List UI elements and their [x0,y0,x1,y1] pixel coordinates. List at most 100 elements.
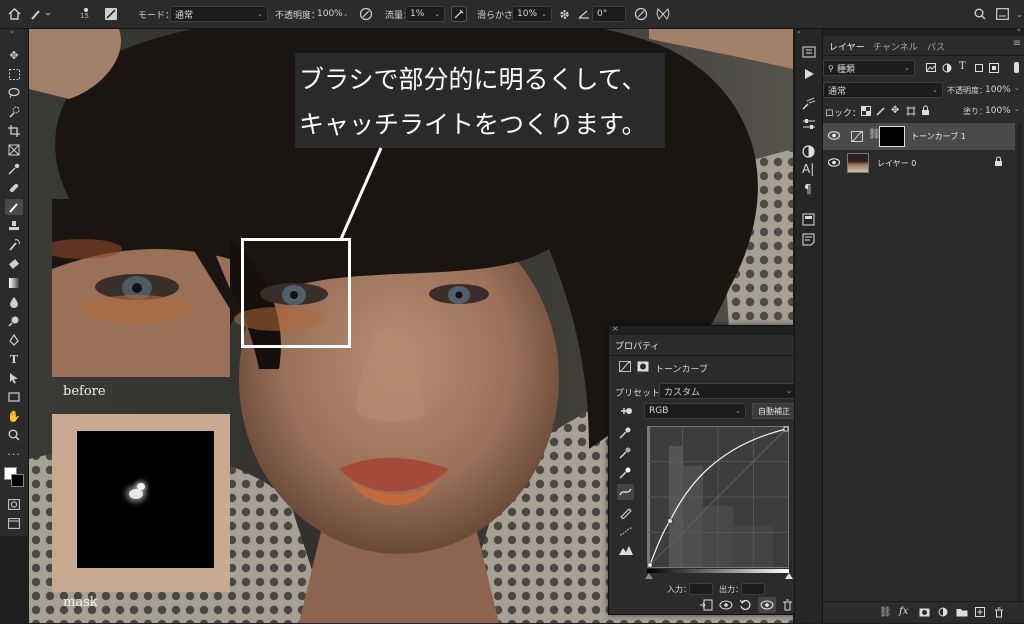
clipping-warning-icon[interactable] [618,544,634,559]
libraries-icon[interactable] [802,211,815,230]
lock-transparent-icon[interactable] [861,106,871,119]
layer0-name[interactable]: レイヤー 0 [877,158,916,169]
clone-stamp-tool-icon[interactable] [5,218,23,234]
history-brush-tool-icon[interactable] [5,237,23,253]
marquee-tool-icon[interactable] [5,66,23,82]
reset-icon[interactable] [739,599,751,614]
workspace-icon[interactable] [996,0,1009,28]
tab-channels[interactable]: チャンネル [873,40,918,53]
rectangle-tool-icon[interactable] [5,389,23,405]
brush-settings-icon[interactable] [802,95,816,114]
dodge-tool-icon[interactable] [5,313,23,329]
pressure-size-icon[interactable] [634,0,648,28]
link-layers-icon[interactable]: ⛓ [879,607,892,618]
smoothing-gear-icon[interactable] [558,0,571,28]
opacity-input[interactable]: 100% ⌄ [313,6,351,22]
smoothing-input[interactable]: 10% ⌄ [512,6,552,22]
opacity-value[interactable]: 100% [985,85,1011,95]
layer-row-curves[interactable]: ⛓ トーンカーブ 1 [823,123,1015,150]
history-icon[interactable] [802,43,816,62]
quick-selection-tool-icon[interactable] [5,104,23,120]
collapse-arrows-icon[interactable]: » [10,29,14,36]
blur-tool-icon[interactable] [5,294,23,310]
curves-adjustment-icon[interactable] [619,361,631,375]
quick-mask-icon[interactable] [5,496,23,512]
angle-input[interactable]: 0° [592,6,626,22]
black-point-eyedropper-icon[interactable] [619,426,632,442]
filter-smart-object-icon[interactable] [989,63,999,76]
trash-icon[interactable] [782,599,793,614]
curve-edit-points-icon[interactable] [617,484,634,500]
channel-select[interactable]: RGB ⌄ [644,403,746,419]
filter-type-icon[interactable]: T [959,61,966,72]
lock-image-icon[interactable] [876,106,886,119]
blend-mode-select[interactable]: 通常 ⌄ [823,82,943,98]
targeted-adjustment-icon[interactable] [619,405,633,420]
properties-panel-drag-bar[interactable]: × « [609,324,812,335]
collapse-arrows-icon[interactable]: » [797,29,801,36]
white-slider-icon[interactable] [785,573,793,579]
hand-tool-icon[interactable]: ✋ [5,408,23,424]
paragraph-icon[interactable]: ¶ [804,182,812,196]
auto-button[interactable]: 自動補正 [752,403,796,419]
eyedropper-tool-icon[interactable] [5,161,23,177]
fill-value[interactable]: 100% [985,106,1011,116]
pen-tool-icon[interactable] [5,332,23,348]
input-field[interactable] [689,583,713,595]
layer-style-fx-icon[interactable]: fx [899,606,908,617]
airbrush-icon[interactable] [451,0,467,28]
collapse-arrows-icon[interactable]: « [1017,26,1021,34]
filter-shape-icon[interactable] [974,63,984,76]
eraser-tool-icon[interactable] [5,256,23,272]
character-icon[interactable]: A| [802,162,814,176]
white-point-eyedropper-icon[interactable] [619,466,632,482]
crop-tool-icon[interactable] [5,123,23,139]
new-adjustment-layer-icon[interactable] [938,607,948,620]
brush-tool-icon[interactable] [30,0,52,28]
new-group-folder-icon[interactable] [956,608,968,620]
more-tools-icon[interactable]: ··· [5,446,23,462]
healing-brush-tool-icon[interactable] [5,180,23,196]
chevron-down-icon[interactable]: ⌄ [1016,0,1023,28]
color-wheel-icon[interactable] [802,143,815,162]
actions-play-icon[interactable] [803,65,815,84]
move-tool-icon[interactable]: ✥ [5,47,23,63]
home-icon[interactable] [8,0,22,28]
new-layer-icon[interactable] [975,607,985,620]
close-icon[interactable]: × [612,324,619,333]
layer-mask-icon[interactable] [637,361,649,375]
lasso-tool-icon[interactable] [5,85,23,101]
visibility-eye-icon[interactable] [828,131,840,143]
filter-toggle-icon[interactable] [1014,62,1019,73]
smooth-curve-icon[interactable] [619,526,633,541]
layer-mask-thumbnail[interactable] [879,126,905,147]
frame-tool-icon[interactable] [5,142,23,158]
preset-select[interactable]: カスタム ⌄ [659,383,797,399]
filter-adjustment-icon[interactable] [942,63,952,76]
lock-all-icon[interactable] [921,105,930,119]
brush-tool-icon[interactable] [5,199,23,215]
curves-graph[interactable] [646,425,790,569]
output-field[interactable] [741,583,765,595]
tab-paths[interactable]: パス [927,40,945,53]
filter-pixel-icon[interactable] [926,63,936,75]
add-mask-icon[interactable] [919,608,930,620]
layers-drag-bar[interactable]: « [823,26,1024,36]
visibility-eye-icon[interactable] [828,158,840,170]
properties-tab[interactable]: プロパティ [615,339,659,352]
pressure-opacity-icon[interactable] [359,0,373,28]
layers-scrollbar[interactable] [1017,123,1022,603]
tab-layers[interactable]: レイヤー [829,40,865,53]
screen-mode-icon[interactable] [5,515,23,531]
chevron-down-icon[interactable]: ⌄ [1014,84,1020,92]
pencil-draw-icon[interactable] [619,506,632,522]
clip-to-layer-icon[interactable] [699,599,713,614]
background-color-swatch[interactable] [11,474,24,487]
panel-menu-icon[interactable]: ≡ [1013,38,1021,49]
brush-settings-toggle-icon[interactable] [104,0,118,28]
notes-icon[interactable] [802,231,815,250]
path-selection-tool-icon[interactable] [5,370,23,386]
view-previous-state-icon[interactable] [719,599,733,614]
brush-preset-picker[interactable]: 15 [80,0,89,28]
type-tool-icon[interactable]: T [5,351,23,367]
